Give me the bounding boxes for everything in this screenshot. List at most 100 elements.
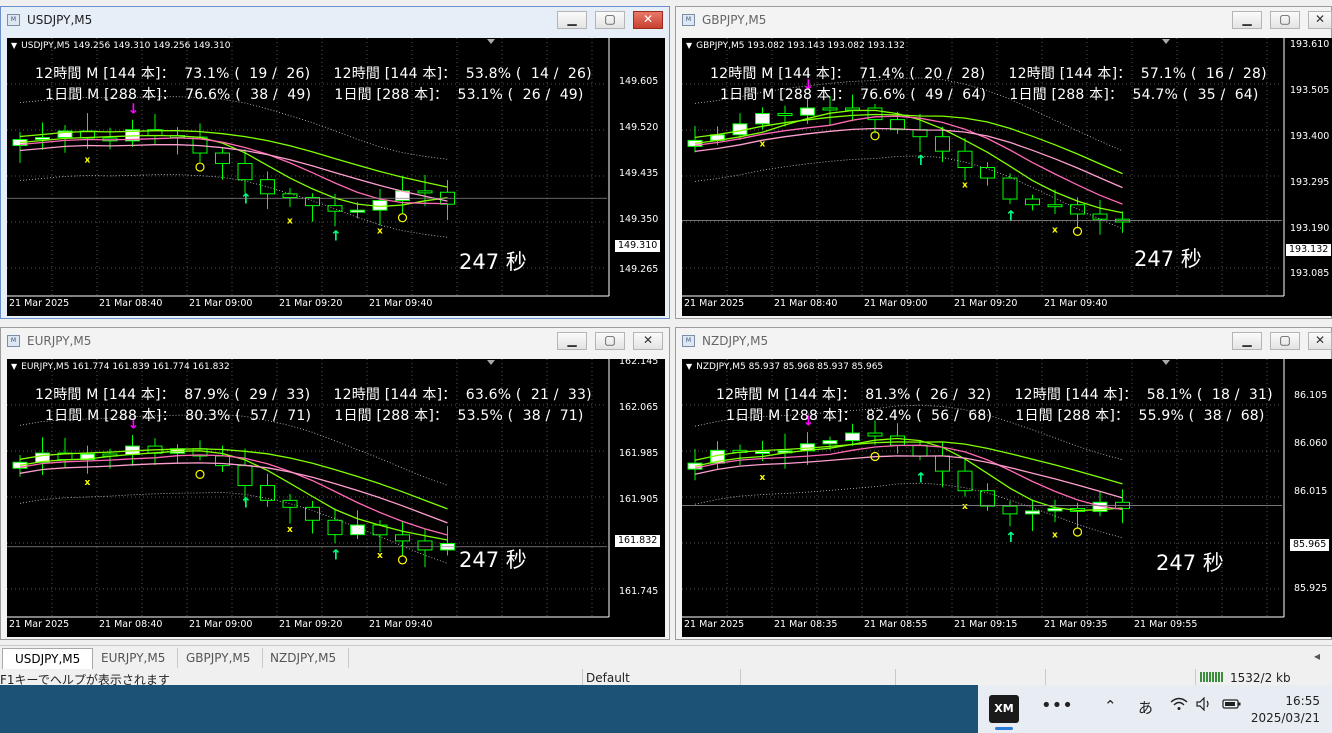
minimize-button[interactable]: ▁ <box>1232 11 1262 29</box>
maximize-button[interactable]: ▢ <box>595 332 625 350</box>
profile-name: Default <box>586 671 630 685</box>
maximize-button[interactable]: ▢ <box>1270 11 1300 29</box>
close-button[interactable]: ✕ <box>633 332 663 350</box>
window-titlebar[interactable]: M USDJPY,M5 ▁ ▢ ✕ <box>1 7 669 33</box>
chart-shift-marker-icon <box>1162 39 1170 44</box>
status-divider <box>1045 669 1046 685</box>
candle-body <box>800 107 815 116</box>
time-axis-label: 21 Mar 09:00 <box>189 298 253 309</box>
chart-shift-marker-icon <box>487 360 495 365</box>
window-titlebar[interactable]: M EURJPY,M5 ▁ ▢ ✕ <box>1 328 669 354</box>
status-divider <box>740 669 741 685</box>
candle-body <box>1025 198 1040 206</box>
candle-body <box>282 499 298 508</box>
candle-body <box>1002 505 1018 515</box>
chart-window-icon: M <box>7 335 20 347</box>
tab-gbpjpy[interactable]: GBPJPY,M5 <box>174 648 264 668</box>
status-divider <box>895 669 896 685</box>
chart-window-usdjpy[interactable]: M USDJPY,M5 ▁ ▢ ✕ x ↓ ↑ x ↑ x ▼ USDJPY,M5 149.… <box>0 6 670 319</box>
battery-icon[interactable] <box>1222 697 1242 715</box>
maximize-button[interactable]: ▢ <box>595 11 625 29</box>
close-button[interactable]: ✕ <box>633 11 663 29</box>
price-axis-label: 193.505 <box>1290 85 1330 96</box>
price-axis-label: 193.295 <box>1290 177 1330 188</box>
candle-body <box>1025 510 1040 515</box>
bar-countdown: 247 秒 <box>1156 551 1224 575</box>
price-axis-label: 161.985 <box>619 448 659 459</box>
buy-arrow-icon: ↑ <box>915 153 927 169</box>
tabs-scroll-icon[interactable]: ◂ <box>1314 649 1320 663</box>
candle-body <box>755 451 770 455</box>
window-titlebar[interactable]: M NZDJPY,M5 ▁ ▢ ✕ <box>676 328 1332 354</box>
signal-x-icon: x <box>1052 531 1058 541</box>
signal-circle-icon <box>195 469 205 479</box>
ime-mode-indicator[interactable]: あ <box>1138 697 1153 718</box>
time-axis-label: 21 Mar 09:40 <box>1044 298 1108 309</box>
price-axis-label: 193.190 <box>1290 223 1330 234</box>
price-chart[interactable]: x ↓ ↑ x ↑ x ▼ EURJPY,M5 161.774 161.839 161.77… <box>7 359 665 637</box>
close-button[interactable]: ✕ <box>1308 332 1332 350</box>
price-axis-label: 86.105 <box>1294 390 1328 401</box>
candle-body <box>777 113 793 117</box>
price-chart[interactable]: x ↓ ↑ x ↑ x ▼ GBPJPY,M5 193.082 193.143 193.08… <box>682 38 1332 316</box>
price-axis-label: 149.265 <box>619 264 659 275</box>
minimize-button[interactable]: ▁ <box>557 11 587 29</box>
window-titlebar[interactable]: M GBPJPY,M5 ▁ ▢ ✕ <box>676 7 1332 33</box>
candle-body <box>350 209 365 213</box>
price-axis-label: 149.520 <box>619 122 659 133</box>
xm-app-icon[interactable]: XM <box>989 695 1019 723</box>
candle-body <box>822 107 838 111</box>
status-divider <box>1195 669 1196 685</box>
chart-shift-marker-icon <box>1162 360 1170 365</box>
buy-arrow-icon: ↑ <box>240 192 252 208</box>
current-price-label: 85.965 <box>1290 539 1330 551</box>
time-axis-label: 21 Mar 09:15 <box>954 619 1018 630</box>
close-button[interactable]: ✕ <box>1308 11 1332 29</box>
ma-fast-line <box>694 109 1123 214</box>
stat-line-12h: 12時間 M [144 本]： 87.9% ( 29 / 33) 12時間 [1… <box>35 387 592 403</box>
tab-nzdjpy[interactable]: NZDJPY,M5 <box>258 648 350 668</box>
candle-body <box>327 519 343 536</box>
tab-usdjpy[interactable]: USDJPY,M5 <box>2 648 94 669</box>
band-lower-line <box>694 155 1123 230</box>
signal-x-icon: x <box>760 140 766 150</box>
ohlc-readout: ▼ EURJPY,M5 161.774 161.839 161.774 161.8… <box>11 362 230 372</box>
buy-arrow-icon: ↑ <box>330 547 342 563</box>
chart-window-eurjpy[interactable]: M EURJPY,M5 ▁ ▢ ✕ x ↓ ↑ x ↑ x ▼ EURJPY,M5 161.… <box>0 327 670 640</box>
show-hidden-icons-chevron-icon[interactable]: ⌃ <box>1104 697 1117 715</box>
tab-eurjpy[interactable]: EURJPY,M5 <box>89 648 179 668</box>
ohlc-readout: ▼ USDJPY,M5 149.256 149.310 149.256 149.3… <box>11 41 231 51</box>
minimize-button[interactable]: ▁ <box>557 332 587 350</box>
chart-window-gbpjpy[interactable]: M GBPJPY,M5 ▁ ▢ ✕ x ↓ ↑ x ↑ x ▼ GBPJPY,M5 193.… <box>675 6 1332 319</box>
window-title: USDJPY,M5 <box>27 13 93 27</box>
window-title: EURJPY,M5 <box>27 334 92 348</box>
signal-x-icon: x <box>1052 226 1058 236</box>
time-axis-label: 21 Mar 2025 <box>684 298 745 309</box>
candle-body <box>305 197 320 207</box>
wifi-icon[interactable] <box>1170 697 1188 715</box>
more-icon[interactable]: ••• <box>1041 695 1073 716</box>
candle-body <box>417 540 433 551</box>
price-chart[interactable]: x ↓ ↑ x ↑ x ▼ USDJPY,M5 149.256 149.310 149.25… <box>7 38 665 316</box>
bar-countdown: 247 秒 <box>459 250 527 274</box>
candle-body <box>822 440 838 445</box>
chart-window-nzdjpy[interactable]: M NZDJPY,M5 ▁ ▢ ✕ x ↓ ↑ x ↑ x ▼ NZDJPY,M5 85.9… <box>675 327 1332 640</box>
system-clock[interactable]: 16:55 2025/03/21 <box>1251 693 1320 727</box>
minimize-button[interactable]: ▁ <box>1232 332 1262 350</box>
traffic-readout: 1532/2 kb <box>1230 671 1291 685</box>
price-axis-label: 85.925 <box>1294 583 1328 594</box>
candle-body <box>912 129 928 138</box>
current-price-label: 193.132 <box>1286 244 1332 256</box>
maximize-button[interactable]: ▢ <box>1270 332 1300 350</box>
price-axis-label: 193.400 <box>1290 131 1330 142</box>
stat-line-1d: 1日間 M [288 本]： 76.6% ( 49 / 64) 1日間 [288… <box>720 87 1259 103</box>
candle-body <box>890 435 905 446</box>
buy-arrow-icon: ↑ <box>915 471 927 487</box>
price-chart[interactable]: x ↓ ↑ x ↑ x ▼ NZDJPY,M5 85.937 85.968 85.937 8… <box>682 359 1332 637</box>
time-axis-label: 21 Mar 09:20 <box>279 619 343 630</box>
chart-tabs-bar: USDJPY,M5 EURJPY,M5 GBPJPY,M5 NZDJPY,M5 … <box>0 645 1332 670</box>
band-upper-line <box>19 96 448 160</box>
time-axis-label: 21 Mar 2025 <box>9 619 70 630</box>
volume-icon[interactable] <box>1196 696 1212 715</box>
time-axis-label: 21 Mar 08:40 <box>774 298 838 309</box>
